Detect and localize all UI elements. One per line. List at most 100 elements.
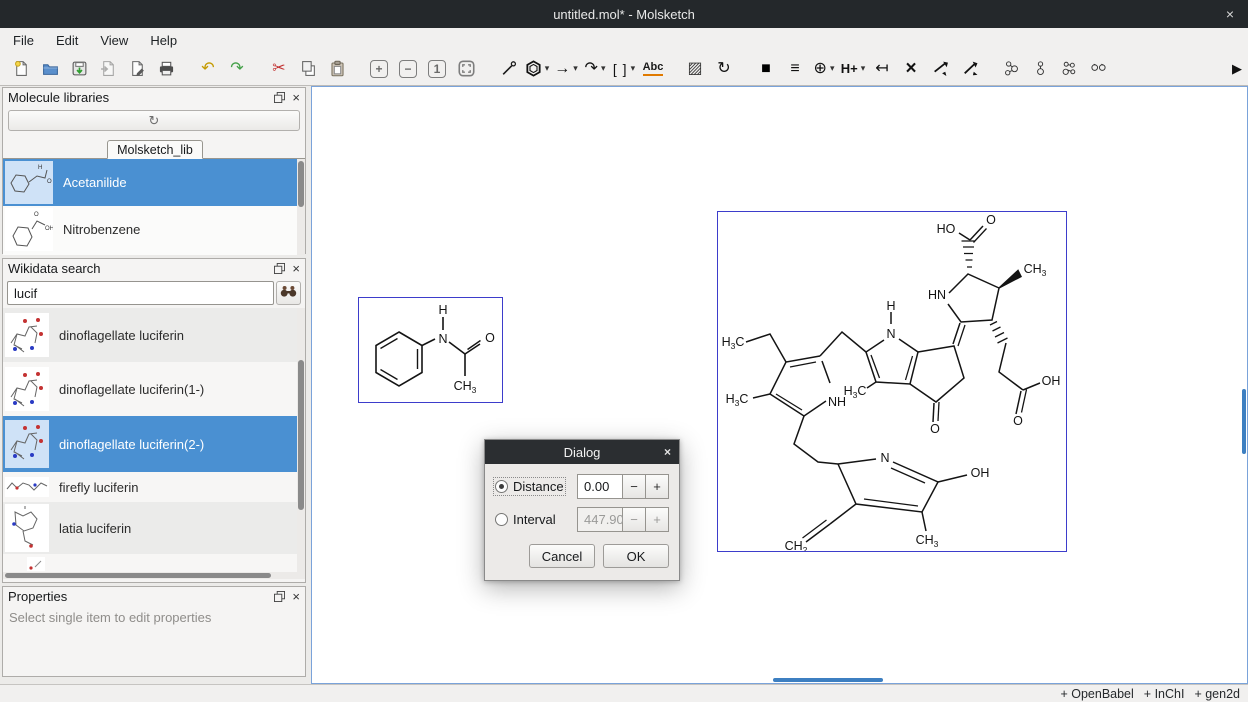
float-panel-icon[interactable]: [274, 92, 285, 103]
dropdown-arrow-icon[interactable]: ▾: [601, 63, 606, 74]
close-panel-icon[interactable]: ×: [292, 590, 300, 603]
canvas-hscrollbar-handle[interactable]: [773, 678, 883, 682]
ring-tool[interactable]: ▾: [524, 56, 550, 82]
mechanism-tool-1[interactable]: [927, 56, 953, 82]
scrollbar-handle[interactable]: [298, 360, 304, 510]
copy-button[interactable]: [295, 56, 321, 82]
wikidata-result-latia-luciferin[interactable]: latia luciferin: [3, 502, 305, 554]
status-gen2d[interactable]: + gen2d: [1194, 687, 1240, 701]
molecule-luciferin[interactable]: HO O HN CH3 H N H3C H3C NH H3C O OH O N …: [717, 211, 1067, 552]
library-refresh-button[interactable]: ↻: [8, 110, 300, 131]
atom-label: H: [438, 303, 447, 317]
wikidata-search-input[interactable]: [7, 281, 274, 305]
zoom-out-button[interactable]: −: [395, 56, 421, 82]
ok-button[interactable]: OK: [603, 544, 669, 568]
cancel-button[interactable]: Cancel: [529, 544, 595, 568]
new-file-button[interactable]: [8, 56, 34, 82]
menu-file[interactable]: File: [2, 31, 45, 50]
wikidata-list-hscrollbar[interactable]: [3, 572, 297, 579]
open-file-button[interactable]: [37, 56, 63, 82]
menu-help[interactable]: Help: [139, 31, 188, 50]
redo-button[interactable]: ↷: [224, 56, 250, 82]
wikidata-result-dinoflagellate-luciferin[interactable]: dinoflagellate luciferin: [3, 308, 305, 362]
scrollbar-handle[interactable]: [298, 161, 304, 207]
dropdown-arrow-icon[interactable]: ▾: [861, 63, 866, 74]
distance-radio[interactable]: [495, 480, 508, 493]
float-panel-icon[interactable]: [274, 263, 285, 274]
dialog-title: Dialog: [564, 445, 601, 460]
library-item-acetanilide[interactable]: HOAcetanilide: [3, 159, 305, 206]
molecule-acetanilide[interactable]: H N O CH3: [358, 297, 503, 403]
drawing-canvas[interactable]: H N O CH3: [311, 86, 1248, 684]
mechanism-tool-2[interactable]: [956, 56, 982, 82]
dialog-close-button[interactable]: ×: [664, 445, 671, 459]
interval-value-field[interactable]: 447.90: [577, 507, 623, 532]
interval-radio-group: Interval: [495, 512, 556, 527]
molecule-thumbnail: OOH: [5, 208, 53, 251]
distance-value-field[interactable]: 0.00: [577, 474, 623, 499]
window-close-button[interactable]: ×: [1222, 0, 1238, 28]
distance-increment-button[interactable]: +: [646, 474, 669, 499]
color-button[interactable]: ■: [753, 56, 779, 82]
mechanism-arrow-tool[interactable]: ↷▾: [582, 56, 608, 82]
print-button[interactable]: [153, 56, 179, 82]
dropdown-arrow-icon[interactable]: ▾: [631, 63, 636, 74]
canvas-vscrollbar-handle[interactable]: [1242, 389, 1246, 454]
interval-increment-button[interactable]: +: [646, 507, 669, 532]
text-tool[interactable]: Abc: [640, 56, 666, 82]
zoom-fit-button[interactable]: [453, 56, 479, 82]
save-button[interactable]: [66, 56, 92, 82]
menu-edit[interactable]: Edit: [45, 31, 89, 50]
library-list-scrollbar[interactable]: [297, 159, 305, 255]
atom-label: O: [485, 331, 495, 345]
wikidata-panel-header: Wikidata search ×: [3, 259, 305, 277]
wikidata-list-vscrollbar[interactable]: [297, 308, 305, 579]
wikidata-search-button[interactable]: [276, 281, 301, 305]
delete-tool[interactable]: ×: [898, 56, 924, 82]
interval-radio-label[interactable]: Interval: [513, 512, 556, 527]
menu-view[interactable]: View: [89, 31, 139, 50]
draw-bond-tool[interactable]: [495, 56, 521, 82]
attach-tool[interactable]: ↤: [869, 56, 895, 82]
zoom-original-button[interactable]: 1: [424, 56, 450, 82]
float-panel-icon[interactable]: [274, 591, 285, 602]
molecule-chain-tool-1[interactable]: [998, 56, 1024, 82]
undo-button[interactable]: ↶: [195, 56, 221, 82]
close-panel-icon[interactable]: ×: [292, 262, 300, 275]
tab-molsketch-lib[interactable]: Molsketch_lib: [107, 140, 203, 159]
status-inchi[interactable]: + InChI: [1144, 687, 1185, 701]
distance-decrement-button[interactable]: −: [623, 474, 646, 499]
atom-label: H3C: [722, 335, 745, 351]
interval-radio[interactable]: [495, 513, 508, 526]
distance-radio-label[interactable]: Distance: [513, 479, 564, 494]
reaction-arrow-tool[interactable]: →▾: [553, 56, 579, 82]
selection-mode-button[interactable]: ▨: [682, 56, 708, 82]
dropdown-arrow-icon[interactable]: ▾: [545, 63, 550, 74]
rotate-tool[interactable]: ↻: [711, 56, 737, 82]
interval-decrement-button[interactable]: −: [623, 507, 646, 532]
toolbar-expand-button[interactable]: ▶: [1232, 61, 1242, 77]
library-item-nitrobenzene[interactable]: OOHNitrobenzene: [3, 206, 305, 253]
scrollbar-handle[interactable]: [5, 573, 271, 578]
paste-button[interactable]: [324, 56, 350, 82]
charge-tool[interactable]: ⊕▾: [811, 56, 837, 82]
molecule-chain-tool-4[interactable]: [1085, 56, 1111, 82]
dropdown-arrow-icon[interactable]: ▾: [573, 63, 578, 74]
close-panel-icon[interactable]: ×: [292, 91, 300, 104]
molecule-chain-tool-2[interactable]: [1027, 56, 1053, 82]
wikidata-result-dinoflagellate-luciferin-1-[interactable]: dinoflagellate luciferin(1-): [3, 362, 305, 416]
save-as-button[interactable]: [95, 56, 121, 82]
status-openbabel[interactable]: + OpenBabel: [1060, 687, 1133, 701]
bracket-tool[interactable]: [ ]▾: [611, 56, 637, 82]
wikidata-result-dinoflagellate-luciferin-2-[interactable]: dinoflagellate luciferin(2-): [3, 416, 305, 472]
wikidata-result-firefly-luciferin[interactable]: firefly luciferin: [3, 472, 305, 502]
hydrogen-tool[interactable]: H+▾: [840, 56, 866, 82]
wikidata-result-partial[interactable]: [3, 554, 305, 574]
line-width-button[interactable]: ≡: [782, 56, 808, 82]
molecule-chain-tool-3[interactable]: [1056, 56, 1082, 82]
atom-label: CH3: [454, 379, 477, 395]
export-button[interactable]: [124, 56, 150, 82]
zoom-in-button[interactable]: +: [366, 56, 392, 82]
cut-button[interactable]: ✂: [266, 56, 292, 82]
dropdown-arrow-icon[interactable]: ▾: [830, 63, 835, 74]
